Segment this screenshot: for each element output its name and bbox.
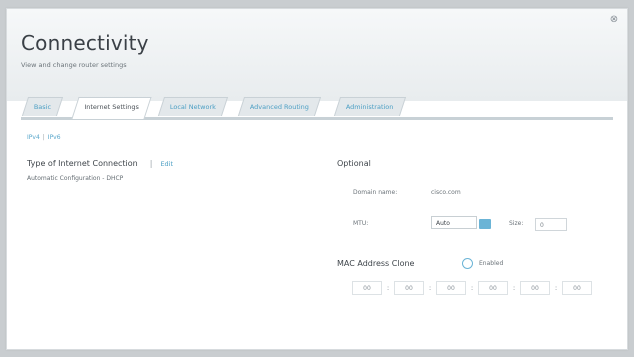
tab-local-network[interactable]: Local Network: [157, 97, 229, 116]
mac-octet-1[interactable]: 00: [352, 281, 382, 295]
mac-octet-5[interactable]: 00: [520, 281, 550, 295]
breadcrumb-separator: |: [42, 134, 45, 141]
mac-octet-3[interactable]: 00: [436, 281, 466, 295]
mtu-dropdown-button[interactable]: [479, 219, 491, 229]
tab-basic[interactable]: Basic: [21, 97, 64, 116]
tab-administration-label: Administration: [345, 103, 394, 111]
mac-colon: :: [386, 284, 390, 292]
mtu-label: MTU:: [353, 220, 369, 227]
edit-link[interactable]: Edit: [160, 160, 173, 168]
tab-internet-settings-label: Internet Settings: [84, 103, 139, 111]
mac-octet-2[interactable]: 00: [394, 281, 424, 295]
domain-name-label: Domain name:: [353, 189, 398, 196]
tab-internet-settings[interactable]: Internet Settings: [71, 97, 152, 119]
ipv4-link[interactable]: IPv4: [27, 134, 40, 141]
mtu-select[interactable]: Auto: [431, 216, 477, 229]
mac-colon: :: [554, 284, 558, 292]
tab-bar: Basic Internet Settings Local Network Ad…: [21, 97, 613, 120]
tab-advanced-routing-label: Advanced Routing: [249, 103, 309, 111]
mac-address-fields: 00 : 00 : 00 : 00 : 00 : 00: [352, 280, 592, 296]
mac-colon: :: [470, 284, 474, 292]
mac-clone-heading: MAC Address Clone: [337, 259, 415, 268]
page-subtitle: View and change router settings: [21, 61, 127, 69]
tab-advanced-routing[interactable]: Advanced Routing: [237, 97, 322, 116]
mac-octet-4[interactable]: 00: [478, 281, 508, 295]
mac-clone-enabled-label: Enabled: [479, 260, 504, 267]
mac-clone-enabled-checkbox[interactable]: [462, 258, 473, 269]
optional-heading: Optional: [337, 159, 371, 168]
mac-colon: :: [512, 284, 516, 292]
size-input[interactable]: 0: [535, 218, 567, 231]
ipv6-link[interactable]: IPv6: [48, 134, 61, 141]
tab-basic-label: Basic: [33, 103, 52, 111]
connection-type-value: Automatic Configuration - DHCP: [27, 175, 124, 182]
close-icon[interactable]: ⊗: [609, 15, 619, 25]
connectivity-panel: Connectivity View and change router sett…: [6, 8, 628, 350]
domain-name-value: cisco.com: [431, 189, 461, 196]
tab-local-network-label: Local Network: [169, 103, 216, 111]
tab-administration[interactable]: Administration: [333, 97, 406, 116]
heading-separator: |: [149, 159, 153, 168]
mac-colon: :: [428, 284, 432, 292]
size-label: Size:: [509, 220, 524, 227]
mac-octet-6[interactable]: 00: [562, 281, 592, 295]
internet-connection-heading: Type of Internet Connection | Edit: [27, 159, 173, 168]
page-title: Connectivity: [21, 31, 149, 55]
ip-version-switch: IPv4 | IPv6: [27, 134, 61, 141]
panel-header: Connectivity View and change router sett…: [7, 9, 627, 101]
internet-connection-title: Type of Internet Connection: [27, 159, 138, 168]
